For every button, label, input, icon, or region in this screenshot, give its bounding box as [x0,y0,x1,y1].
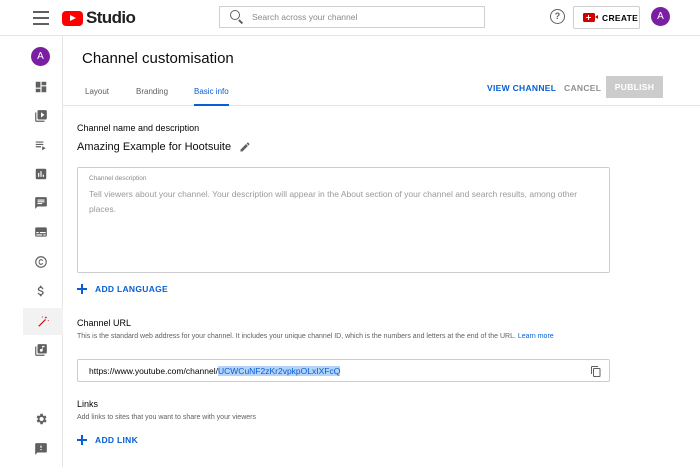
pencil-icon[interactable] [239,141,251,153]
links-section-title: Links [77,399,99,409]
playlist-icon [35,141,46,151]
video-camera-plus-icon [583,13,598,22]
create-button[interactable]: CREATE [573,6,640,29]
name-section-title: Channel name and description [77,123,200,133]
studio-logo[interactable]: Studio [62,8,136,28]
page-title: Channel customisation [82,50,234,67]
youtube-play-icon [62,10,83,26]
search-box[interactable] [219,6,485,28]
publish-button[interactable]: PUBLISH [606,76,663,98]
copyright-icon [35,256,47,268]
sidebar-item-copyright[interactable] [30,251,52,273]
help-glyph: ? [554,11,561,21]
url-section-title: Channel URL [77,318,132,328]
description-label: Channel description [89,175,147,182]
magic-wand-icon [38,315,50,327]
audio-library-icon [35,344,47,356]
sidebar-item-playlists[interactable] [30,134,52,156]
add-language-label: ADD LANGUAGE [95,284,169,294]
channel-name-row: Amazing Example for Hootsuite [77,141,251,153]
dashboard-icon [35,81,47,93]
tab-layout[interactable]: Layout [85,87,109,104]
account-avatar[interactable]: A [651,7,670,26]
tab-bar: Layout Branding Basic info [63,72,700,106]
comment-icon [35,197,47,209]
sidebar-item-dashboard[interactable] [30,76,52,98]
plus-icon [77,435,87,445]
add-link-button[interactable]: ADD LINK [77,435,138,445]
sidebar-item-customisation[interactable] [23,308,63,335]
sidebar-item-comments[interactable] [30,192,52,214]
subtitles-icon [35,227,47,237]
channel-url[interactable]: https://www.youtube.com/channel/UCWCuNF2… [89,365,341,376]
url-helper-text: This is the standard web address for you… [77,331,597,343]
channel-avatar[interactable]: A [31,47,50,66]
channel-name: Amazing Example for Hootsuite [77,141,232,153]
main-content: Channel customisation Layout Branding Ba… [63,36,700,467]
left-sidebar: A [0,36,63,467]
sidebar-item-settings[interactable] [30,408,52,430]
video-library-icon [35,110,47,122]
url-prefix: https://www.youtube.com/channel/ [89,365,218,376]
sidebar-item-content[interactable] [30,105,52,127]
tab-branding[interactable]: Branding [136,87,168,104]
add-link-label: ADD LINK [95,435,139,445]
plus-icon [77,284,87,294]
logo-text: Studio [86,8,136,27]
help-icon[interactable]: ? [550,9,565,24]
gear-icon [36,413,47,425]
sidebar-item-earn[interactable] [30,280,52,302]
studio-app: Studio ? CREATE A A [0,0,700,467]
create-label: CREATE [602,12,639,23]
sidebar-item-subtitles[interactable] [30,221,52,243]
channel-url-field[interactable]: https://www.youtube.com/channel/UCWCuNF2… [77,359,610,382]
sidebar-item-feedback[interactable] [30,438,52,460]
feedback-icon [35,443,47,455]
top-bar: Studio ? CREATE A [0,0,700,36]
view-channel-button[interactable]: VIEW CHANNEL [487,83,556,93]
description-field[interactable]: Channel description Tell viewers about y… [77,167,610,273]
sidebar-item-audio-library[interactable] [30,339,52,361]
links-helper: Add links to sites that you want to shar… [77,414,256,421]
sidebar-item-analytics[interactable] [30,163,52,185]
dollar-icon [37,285,44,297]
analytics-icon [35,168,47,180]
add-language-button[interactable]: ADD LANGUAGE [77,284,168,294]
search-input[interactable] [252,12,472,22]
search-icon[interactable] [228,6,250,28]
hamburger-menu-icon[interactable] [33,11,49,25]
copy-icon[interactable] [590,365,602,378]
cancel-button[interactable]: CANCEL [564,83,601,93]
description-placeholder: Tell viewers about your channel. Your de… [89,189,578,214]
channel-id: UCWCuNF2zKr2vpkpOLxIXFcQ [218,365,341,376]
tab-basic-info[interactable]: Basic info [194,87,229,106]
learn-more-link[interactable]: Learn more [518,333,554,340]
url-helper: This is the standard web address for you… [77,333,516,340]
